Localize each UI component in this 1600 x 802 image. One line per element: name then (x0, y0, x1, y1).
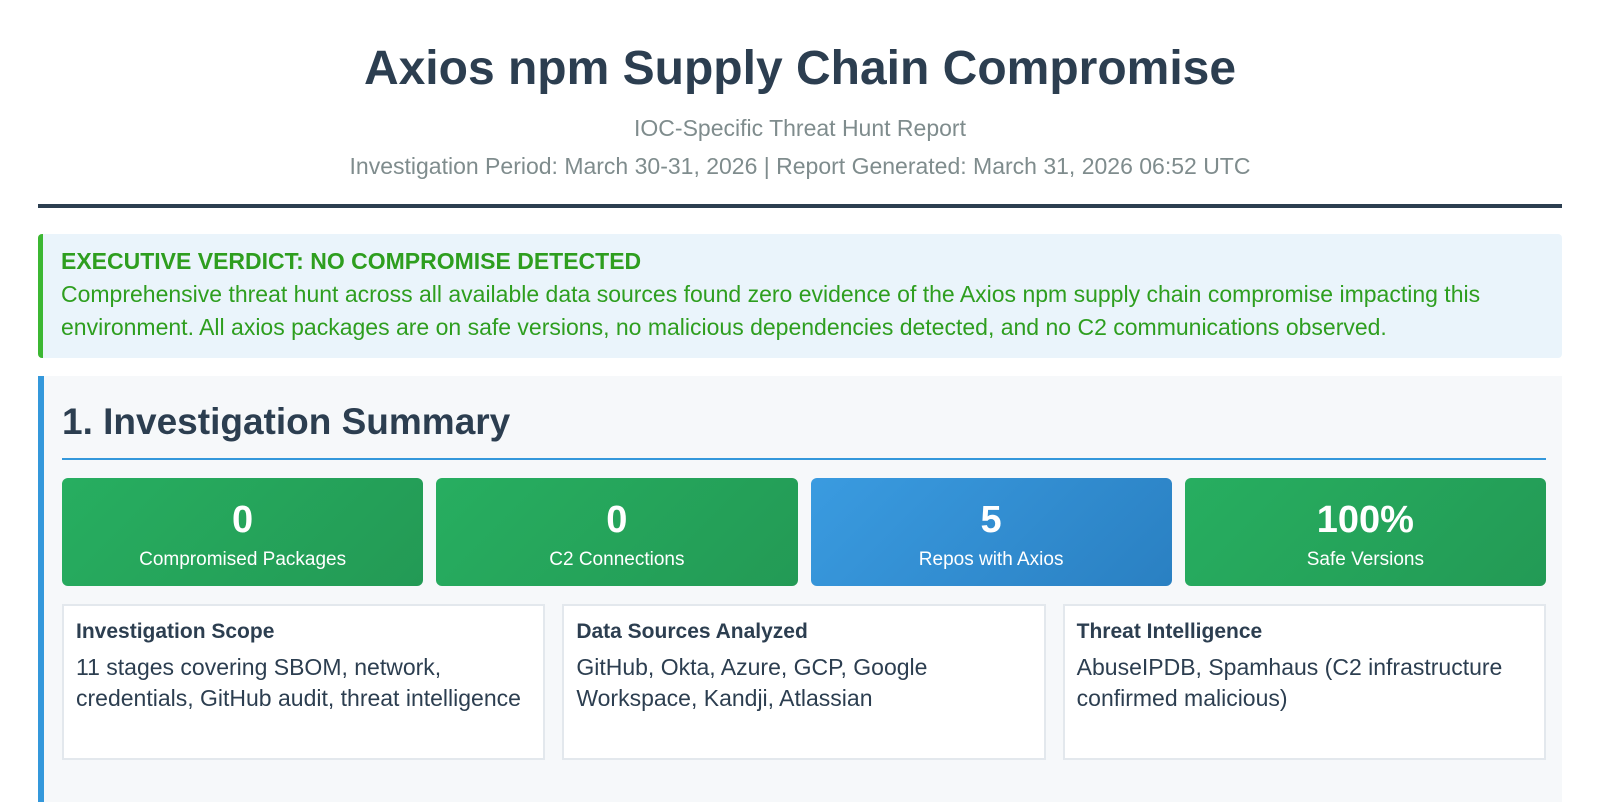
section-title: 1. Investigation Summary (62, 398, 1546, 460)
stat-label: C2 Connections (549, 549, 685, 570)
stat-label: Compromised Packages (139, 549, 347, 570)
stat-value: 100% (1316, 499, 1414, 541)
stat-label: Safe Versions (1306, 549, 1424, 570)
investigation-summary-section: 1. Investigation Summary 0 Compromised P… (38, 376, 1562, 802)
info-title: Threat Intelligence (1076, 620, 1263, 643)
stat-card-c2-connections: 0 C2 Connections (436, 478, 798, 586)
info-card-data-sources: Data Sources Analyzed GitHub, Okta, Azur… (562, 604, 1046, 760)
info-card-investigation-scope: Investigation Scope 11 stages covering S… (62, 604, 546, 760)
stat-value: 0 (232, 499, 254, 541)
info-title: Investigation Scope (76, 620, 275, 643)
stat-card-repos-with-axios: 5 Repos with Axios (810, 478, 1172, 586)
info-body: AbuseIPDB, Spamhaus (C2 infrastructure c… (1076, 654, 1503, 711)
stat-card-safe-versions: 100% Safe Versions (1184, 478, 1546, 586)
verdict-heading: EXECUTIVE VERDICT: NO COMPROMISE DETECTE… (61, 248, 642, 274)
info-cards-row: Investigation Scope 11 stages covering S… (62, 604, 1546, 760)
executive-verdict-box: EXECUTIVE VERDICT: NO COMPROMISE DETECTE… (38, 234, 1562, 358)
info-body: 11 stages covering SBOM, network, creden… (76, 654, 521, 711)
stat-value: 5 (980, 499, 1002, 541)
report-title: Axios npm Supply Chain Compromise (363, 42, 1237, 95)
report-page: Axios npm Supply Chain Compromise IOC-Sp… (0, 0, 1600, 802)
report-header: Axios npm Supply Chain Compromise IOC-Sp… (38, 0, 1562, 208)
info-title: Data Sources Analyzed (576, 620, 808, 643)
stats-row: 0 Compromised Packages 0 C2 Connections … (62, 478, 1546, 586)
info-body: GitHub, Okta, Azure, GCP, Google Workspa… (576, 654, 928, 711)
stat-label: Repos with Axios (918, 549, 1064, 570)
report-meta: Investigation Period: March 30-31, 2026 … (349, 153, 1251, 179)
info-card-threat-intelligence: Threat Intelligence AbuseIPDB, Spamhaus … (1062, 604, 1546, 760)
stat-card-compromised-packages: 0 Compromised Packages (62, 478, 424, 586)
verdict-body: Comprehensive threat hunt across all ava… (61, 281, 1481, 340)
report-subtitle: IOC-Specific Threat Hunt Report (634, 115, 966, 141)
stat-value: 0 (606, 499, 628, 541)
